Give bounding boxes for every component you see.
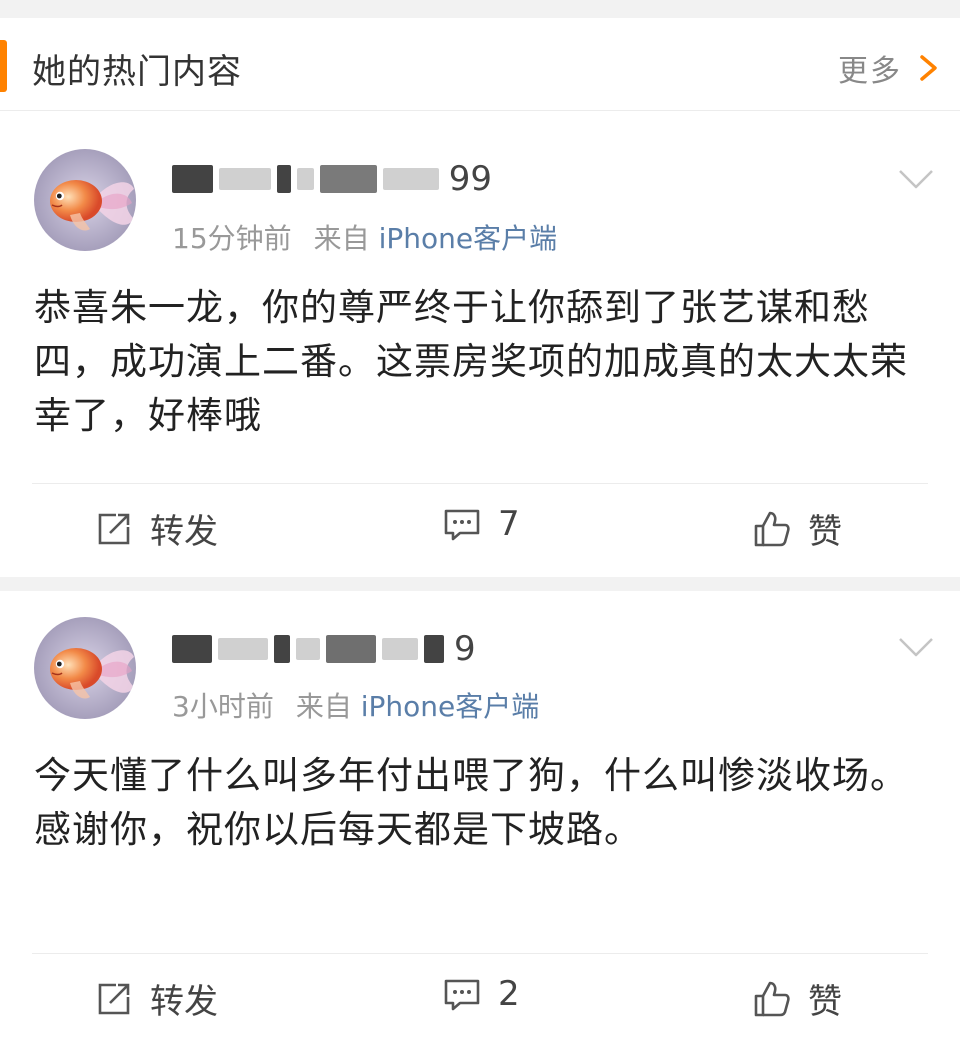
redaction-block — [274, 635, 290, 663]
post-time: 15分钟前 — [172, 222, 292, 255]
avatar[interactable] — [34, 149, 136, 251]
username-visible-part: 9 — [454, 629, 476, 669]
like-button[interactable]: 赞 — [752, 504, 842, 553]
comment-button[interactable]: 2 — [442, 974, 520, 1014]
from-label: 来自 — [313, 222, 370, 255]
redaction-block — [276, 165, 291, 193]
redaction-block — [382, 638, 418, 660]
section-header: 她的热门内容 更多 — [0, 18, 960, 111]
redaction-block — [424, 635, 444, 663]
redaction-block — [172, 165, 214, 193]
chevron-down-icon[interactable] — [898, 635, 934, 659]
post-text: 恭喜朱一龙，你的尊严终于让你舔到了张艺谋和愁四，成功演上二番。这票房奖项的加成真… — [34, 286, 908, 437]
post-time: 3小时前 — [172, 690, 274, 723]
top-strip — [0, 0, 960, 18]
like-icon — [754, 981, 790, 1016]
repost-button[interactable]: 转发 — [94, 504, 218, 553]
like-button[interactable]: 赞 — [752, 974, 842, 1023]
redaction-block — [296, 168, 315, 190]
comment-button[interactable]: 7 — [442, 504, 520, 544]
comment-count: 7 — [498, 504, 520, 544]
username-visible-part: 99 — [448, 159, 492, 199]
post-source[interactable]: iPhone客户端 — [361, 690, 540, 723]
post-divider — [0, 577, 960, 591]
redaction-block — [219, 168, 271, 190]
like-icon — [754, 511, 790, 546]
like-label: 赞 — [808, 982, 842, 1022]
username[interactable]: 9 — [172, 627, 492, 671]
repost-label: 转发 — [150, 982, 218, 1022]
redaction-block — [383, 168, 439, 190]
repost-label: 转发 — [150, 512, 218, 552]
more-label: 更多 — [838, 54, 902, 89]
action-bar: 转发 7 赞 — [32, 483, 928, 574]
redaction-block — [218, 638, 268, 660]
repost-button[interactable]: 转发 — [94, 974, 218, 1023]
redaction-block — [320, 165, 378, 193]
post-card: 99 15分钟前 来自 iPhone客户端 恭喜朱一龙，你的尊严终于让你舔到了张… — [0, 111, 960, 577]
redaction-block — [172, 635, 212, 663]
comment-icon — [444, 979, 480, 1011]
avatar[interactable] — [34, 617, 136, 719]
comment-count: 2 — [498, 974, 520, 1014]
username[interactable]: 99 — [172, 157, 492, 201]
header-accent-bar — [0, 40, 7, 92]
more-link[interactable]: 更多 — [838, 46, 942, 90]
action-bar: 转发 2 赞 — [32, 953, 928, 1044]
section-title: 她的热门内容 — [32, 52, 242, 92]
chevron-down-icon[interactable] — [898, 167, 934, 191]
post-meta: 3小时前 来自 iPhone客户端 — [172, 685, 539, 725]
like-label: 赞 — [808, 512, 842, 552]
comment-icon — [444, 509, 480, 541]
goldfish-avatar — [34, 149, 136, 251]
goldfish-avatar — [34, 617, 136, 719]
chevron-right-icon — [920, 55, 937, 81]
redaction-block — [296, 638, 320, 660]
from-label: 来自 — [295, 690, 352, 723]
redaction-block — [326, 635, 376, 663]
repost-icon — [98, 983, 130, 1014]
repost-icon — [98, 513, 130, 544]
post-text: 今天懂了什么叫多年付出喂了狗，什么叫惨淡收场。感谢你，祝你以后每天都是下坡路。 — [34, 754, 908, 851]
post-source[interactable]: iPhone客户端 — [379, 222, 558, 255]
post-card: 9 3小时前 来自 iPhone客户端 今天懂了什么叫多年付出喂了狗，什么叫惨淡… — [0, 591, 960, 1025]
post-meta: 15分钟前 来自 iPhone客户端 — [172, 217, 557, 257]
